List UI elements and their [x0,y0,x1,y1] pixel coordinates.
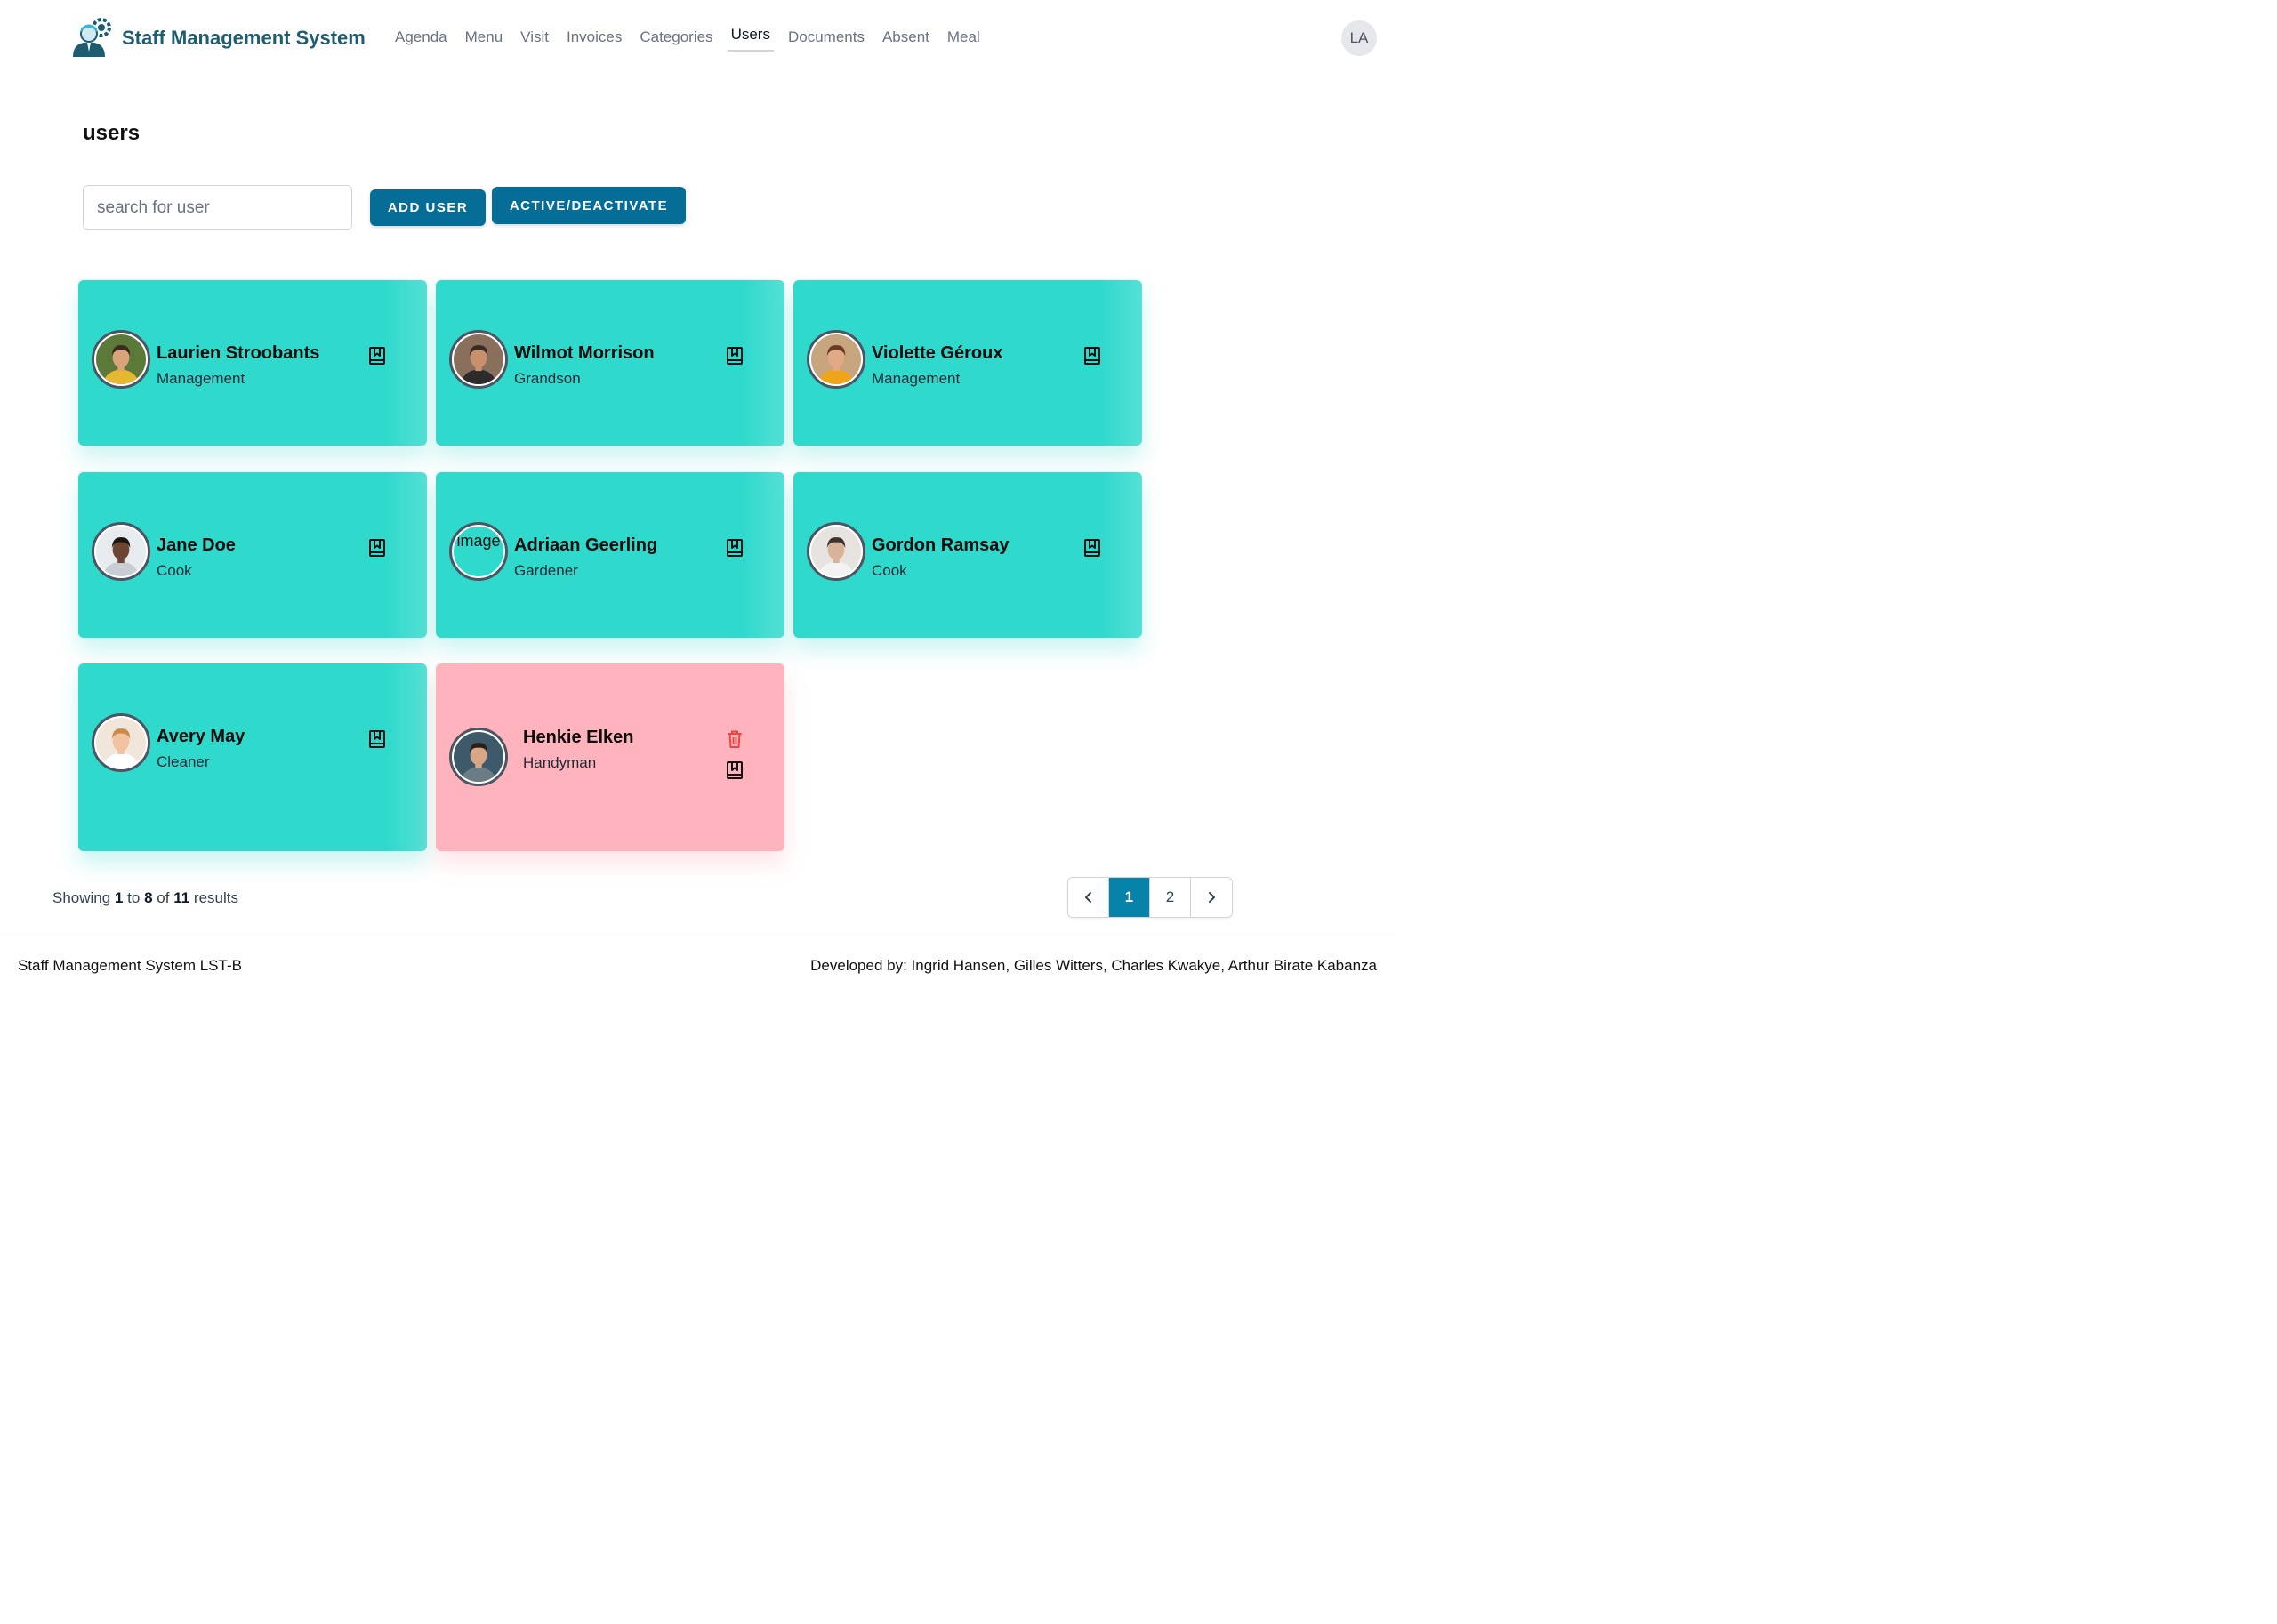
user-avatar [92,330,150,389]
user-card[interactable]: image Adriaan Geerling Gardener [436,472,784,638]
user-menu-avatar[interactable]: LA [1341,20,1377,56]
user-avatar [92,713,150,772]
nav-item-agenda[interactable]: Agenda [395,28,447,52]
main-nav: Agenda Menu Visit Invoices Categories Users Do… [395,26,998,52]
user-role: Management [872,370,961,387]
search-input[interactable] [83,185,352,230]
user-card[interactable]: Jane Doe Cook [78,472,427,638]
page-button-2[interactable]: 2 [1150,878,1191,917]
footer-app-name: Staff Management System LST-B [18,957,242,974]
document-book-icon[interactable] [368,538,386,558]
document-book-icon[interactable] [368,729,386,749]
document-book-icon[interactable] [1083,346,1101,366]
user-role: Cook [157,562,192,579]
results-to-word: to [127,889,141,906]
user-role: Gardener [514,562,578,579]
trash-icon[interactable] [726,729,744,749]
user-avatar [449,728,508,786]
user-role: Cook [872,562,907,579]
user-card[interactable]: Gordon Ramsay Cook [793,472,1142,638]
page-title: users [83,121,141,145]
results-prefix: Showing [52,889,111,906]
user-avatar [807,522,865,581]
footer: Staff Management System LST-B Developed … [0,937,1395,994]
user-name: Laurien Stroobants [157,343,320,363]
next-page-button[interactable] [1191,878,1232,917]
footer-credits: Developed by: Ingrid Hansen, Gilles Witt… [810,957,1377,974]
results-total: 11 [173,889,190,906]
user-avatar [807,330,865,389]
results-to: 8 [144,889,153,906]
user-name: Wilmot Morrison [514,343,655,363]
document-book-icon[interactable] [1083,538,1101,558]
user-role: Grandson [514,370,581,387]
user-name: Jane Doe [157,535,236,555]
user-role: Management [157,370,245,387]
user-card[interactable]: Henkie Elken Handyman [436,663,784,851]
user-avatar [449,330,508,389]
nav-item-visit[interactable]: Visit [520,28,549,52]
nav-item-absent[interactable]: Absent [882,28,929,52]
results-summary: Showing 1 to 8 of 11 results [52,889,238,907]
active-deactivate-button[interactable]: ACTIVE/DEACTIVATE [492,187,686,224]
nav-item-categories[interactable]: Categories [640,28,712,52]
brand-logo-link[interactable] [69,16,114,59]
avatar-alt-text: image [456,532,501,550]
user-card[interactable]: Violette Géroux Management [793,280,1142,446]
user-card[interactable]: Avery May Cleaner [78,663,427,851]
user-name: Gordon Ramsay [872,535,1010,555]
user-name: Violette Géroux [872,343,1003,363]
staff-logo-icon [73,18,111,57]
document-book-icon[interactable] [726,346,744,366]
document-book-icon[interactable] [726,760,744,780]
app-title[interactable]: Staff Management System [122,27,366,50]
nav-item-invoices[interactable]: Invoices [567,28,622,52]
user-role: Handyman [523,754,597,771]
user-card[interactable]: Laurien Stroobants Management [78,280,427,446]
user-card[interactable]: Wilmot Morrison Grandson [436,280,784,446]
chevron-left-icon [1084,892,1091,903]
results-of-word: of [157,889,170,906]
nav-item-documents[interactable]: Documents [788,28,865,52]
add-user-button[interactable]: ADD USER [370,189,486,226]
user-name: Avery May [157,727,245,746]
chevron-right-icon [1209,892,1215,903]
results-suffix: results [193,889,238,906]
page-button-1[interactable]: 1 [1109,878,1150,917]
nav-item-meal[interactable]: Meal [947,28,980,52]
pagination: 1 2 [1067,877,1233,918]
previous-page-button[interactable] [1068,878,1109,917]
document-book-icon[interactable] [726,538,744,558]
user-name: Adriaan Geerling [514,535,658,555]
user-name: Henkie Elken [523,728,634,747]
user-avatar: image [449,522,508,581]
user-avatar [92,522,150,581]
navbar: Staff Management System Agenda Menu Visit I… [0,0,1395,78]
results-from: 1 [114,889,124,906]
nav-item-users[interactable]: Users [727,26,774,52]
document-book-icon[interactable] [368,346,386,366]
nav-item-menu[interactable]: Menu [465,28,503,52]
user-role: Cleaner [157,753,210,770]
